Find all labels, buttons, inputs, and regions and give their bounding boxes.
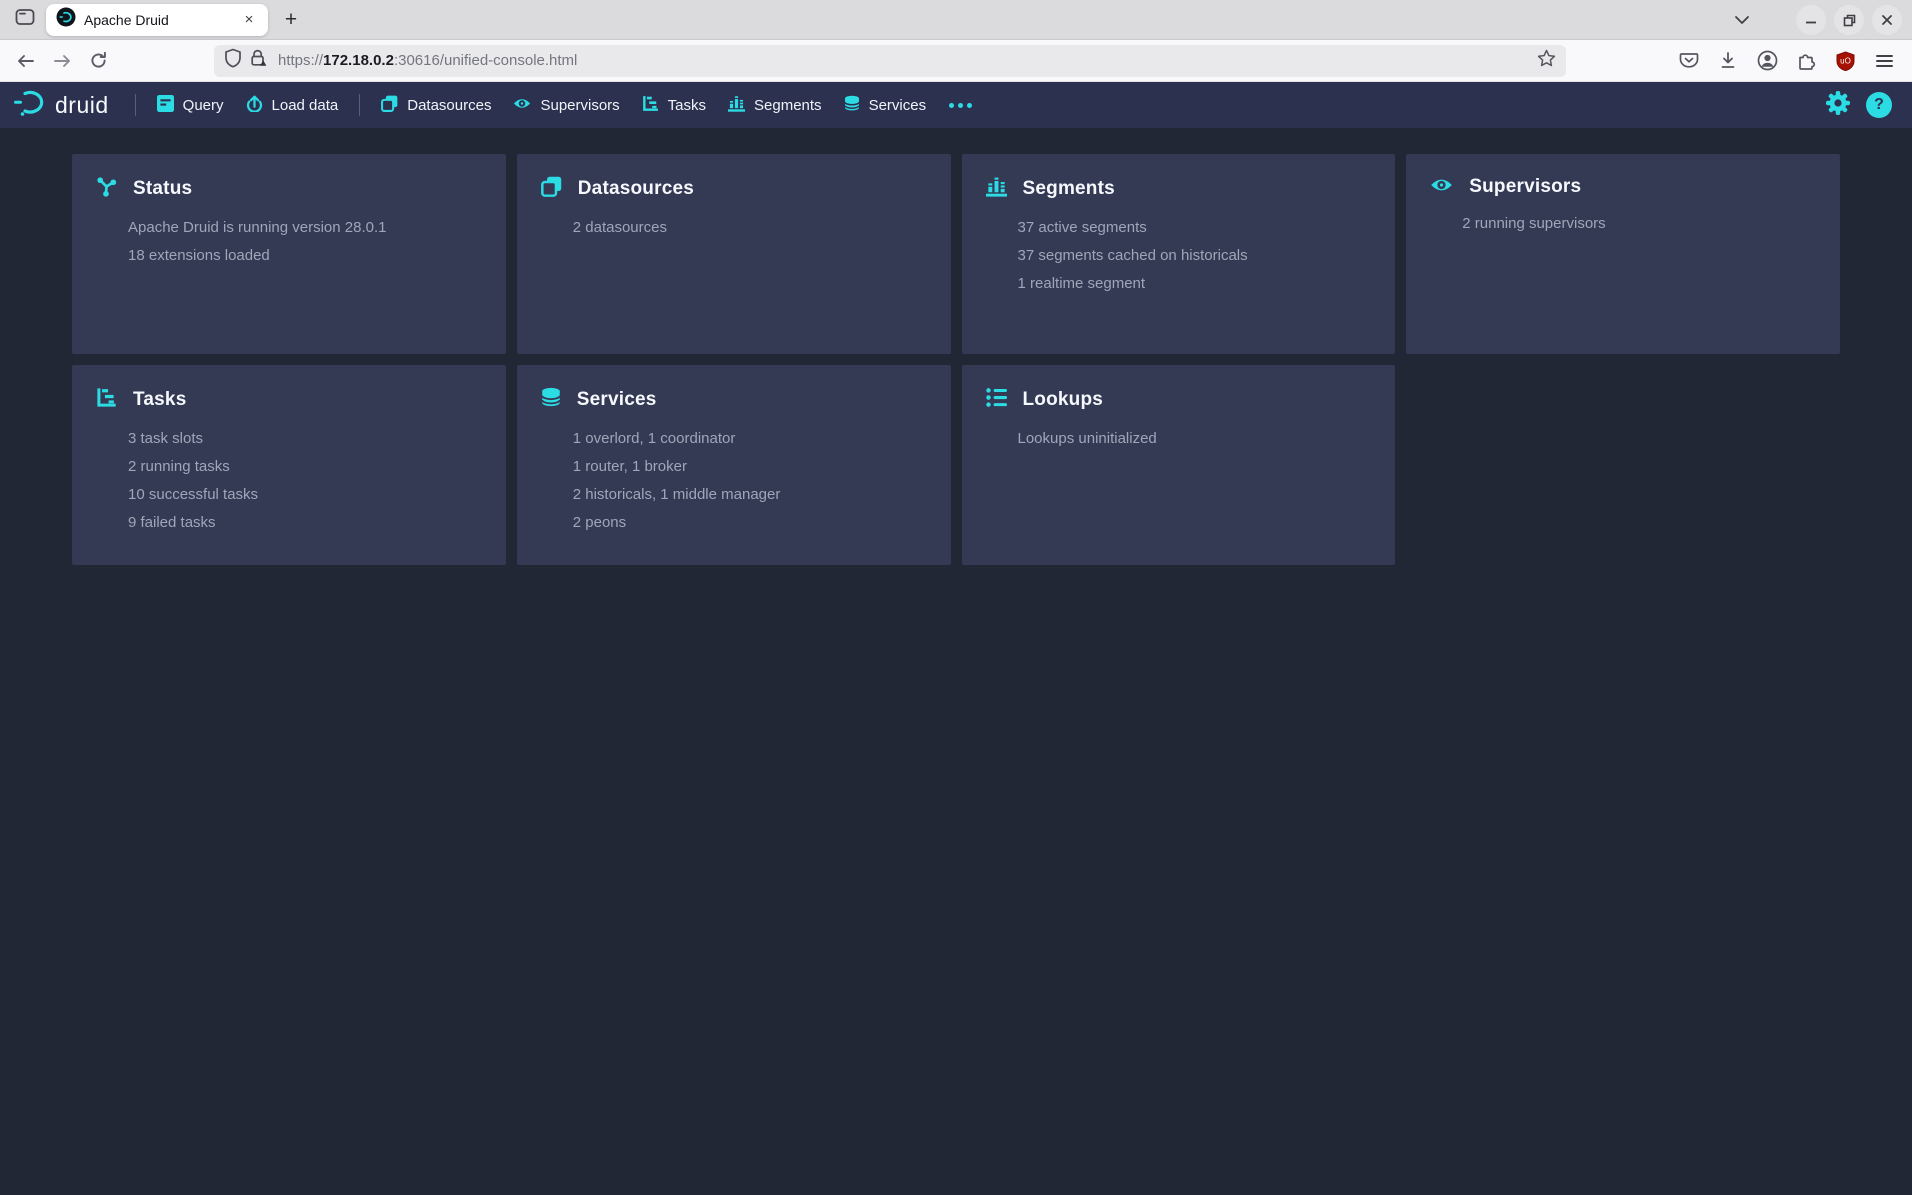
more-icon[interactable]	[937, 103, 984, 108]
back-button[interactable]	[10, 45, 42, 77]
tab-close-icon[interactable]: ×	[238, 9, 260, 31]
nav-item-label: Query	[183, 97, 224, 114]
eye-icon	[513, 97, 531, 114]
card-title: Tasks	[133, 389, 186, 411]
downloads-icon[interactable]	[1716, 49, 1740, 73]
upload-icon	[246, 95, 263, 116]
browser-tab-bar: Apache Druid × +	[0, 0, 1912, 40]
card-line: 10 successful tasks	[128, 481, 482, 509]
gantt-icon	[96, 387, 117, 413]
shield-icon[interactable]	[224, 48, 242, 73]
card-line: 2 datasources	[573, 214, 927, 242]
card-line: 37 segments cached on historicals	[1018, 242, 1372, 270]
brand-name: druid	[55, 92, 109, 119]
card-line: 18 extensions loaded	[128, 242, 482, 270]
navbar-divider	[135, 94, 136, 116]
card-line: 2 historicals, 1 middle manager	[573, 481, 927, 509]
url-text: https://172.18.0.2:30616/unified-console…	[278, 52, 1537, 69]
svg-text:uO: uO	[1840, 56, 1851, 65]
nav-item-label: Supervisors	[540, 97, 619, 114]
nav-item-query[interactable]: Query	[146, 82, 235, 128]
properties-icon	[986, 387, 1007, 413]
tasks-card[interactable]: Tasks 3 task slots 2 running tasks 10 su…	[72, 365, 506, 565]
nav-item-load-data[interactable]: Load data	[235, 82, 350, 128]
pocket-icon[interactable]	[1677, 49, 1701, 73]
window-restore-button[interactable]	[1834, 5, 1864, 35]
card-line: 1 overlord, 1 coordinator	[573, 425, 927, 453]
card-line: Apache Druid is running version 28.0.1	[128, 214, 482, 242]
help-icon[interactable]: ?	[1866, 92, 1892, 118]
multi-select-icon	[381, 95, 398, 116]
segments-card[interactable]: Segments 37 active segments 37 segments …	[962, 154, 1396, 354]
card-title: Status	[133, 178, 192, 200]
card-title: Services	[577, 389, 657, 411]
bookmark-star-icon[interactable]	[1537, 49, 1556, 72]
card-line: 1 realtime segment	[1018, 270, 1372, 298]
druid-navbar: druid Query Load data Datasources Superv…	[0, 82, 1912, 128]
database-icon	[541, 387, 561, 413]
card-title: Supervisors	[1469, 176, 1581, 198]
reload-button[interactable]	[82, 45, 114, 77]
nav-item-supervisors[interactable]: Supervisors	[502, 82, 630, 128]
query-icon	[157, 95, 174, 116]
navbar-divider	[359, 94, 360, 116]
multi-select-icon	[541, 176, 562, 202]
nav-item-segments[interactable]: Segments	[717, 82, 833, 128]
card-line: 3 task slots	[128, 425, 482, 453]
supervisors-card[interactable]: Supervisors 2 running supervisors	[1406, 154, 1840, 354]
window-close-button[interactable]	[1872, 5, 1902, 35]
nav-item-label: Services	[869, 97, 927, 114]
card-title: Datasources	[578, 178, 694, 200]
menu-hamburger-icon[interactable]	[1872, 49, 1896, 73]
graph-icon	[96, 176, 117, 202]
druid-favicon	[56, 7, 76, 32]
card-grid: Status Apache Druid is running version 2…	[72, 154, 1840, 565]
firefox-view-icon	[15, 8, 35, 31]
home-view: Status Apache Druid is running version 2…	[0, 128, 1912, 565]
nav-item-label: Datasources	[407, 97, 491, 114]
datasources-card[interactable]: Datasources 2 datasources	[517, 154, 951, 354]
firefox-view-button[interactable]	[10, 5, 40, 35]
database-icon	[844, 95, 860, 116]
extensions-puzzle-icon[interactable]	[1794, 49, 1818, 73]
nav-item-label: Segments	[754, 97, 822, 114]
nav-item-services[interactable]: Services	[833, 82, 938, 128]
card-line: 1 router, 1 broker	[573, 453, 927, 481]
nav-item-label: Load data	[272, 97, 339, 114]
bar-chart-icon	[986, 176, 1007, 202]
forward-button[interactable]	[46, 45, 78, 77]
list-all-tabs-button[interactable]	[1728, 6, 1756, 34]
nav-item-label: Tasks	[668, 97, 706, 114]
card-line: 2 running tasks	[128, 453, 482, 481]
url-field[interactable]: https://172.18.0.2:30616/unified-console…	[214, 45, 1566, 77]
card-title: Segments	[1023, 178, 1115, 200]
tab-title: Apache Druid	[84, 12, 238, 28]
card-title: Lookups	[1023, 389, 1104, 411]
card-line: 37 active segments	[1018, 214, 1372, 242]
eye-icon	[1430, 177, 1453, 198]
gantt-icon	[642, 95, 659, 116]
ublock-icon[interactable]: uO	[1833, 49, 1857, 73]
bar-chart-icon	[728, 95, 745, 116]
card-line: Lookups uninitialized	[1018, 425, 1372, 453]
status-card[interactable]: Status Apache Druid is running version 2…	[72, 154, 506, 354]
nav-item-tasks[interactable]: Tasks	[631, 82, 717, 128]
account-icon[interactable]	[1755, 49, 1779, 73]
browser-url-bar: https://172.18.0.2:30616/unified-console…	[0, 40, 1912, 82]
browser-tab[interactable]: Apache Druid ×	[46, 4, 268, 36]
url-host: 172.18.0.2	[323, 52, 394, 69]
card-line: 2 peons	[573, 509, 927, 537]
window-minimize-button[interactable]	[1796, 5, 1826, 35]
new-tab-button[interactable]: +	[276, 5, 306, 35]
settings-gear-icon[interactable]	[1826, 91, 1850, 120]
druid-swirl-icon	[14, 89, 46, 121]
lookups-card[interactable]: Lookups Lookups uninitialized	[962, 365, 1396, 565]
services-card[interactable]: Services 1 overlord, 1 coordinator 1 rou…	[517, 365, 951, 565]
lock-warning-icon[interactable]	[248, 48, 268, 73]
card-line: 2 running supervisors	[1462, 210, 1816, 238]
nav-item-datasources[interactable]: Datasources	[370, 82, 502, 128]
card-line: 9 failed tasks	[128, 509, 482, 537]
druid-logo[interactable]: druid	[14, 89, 125, 121]
